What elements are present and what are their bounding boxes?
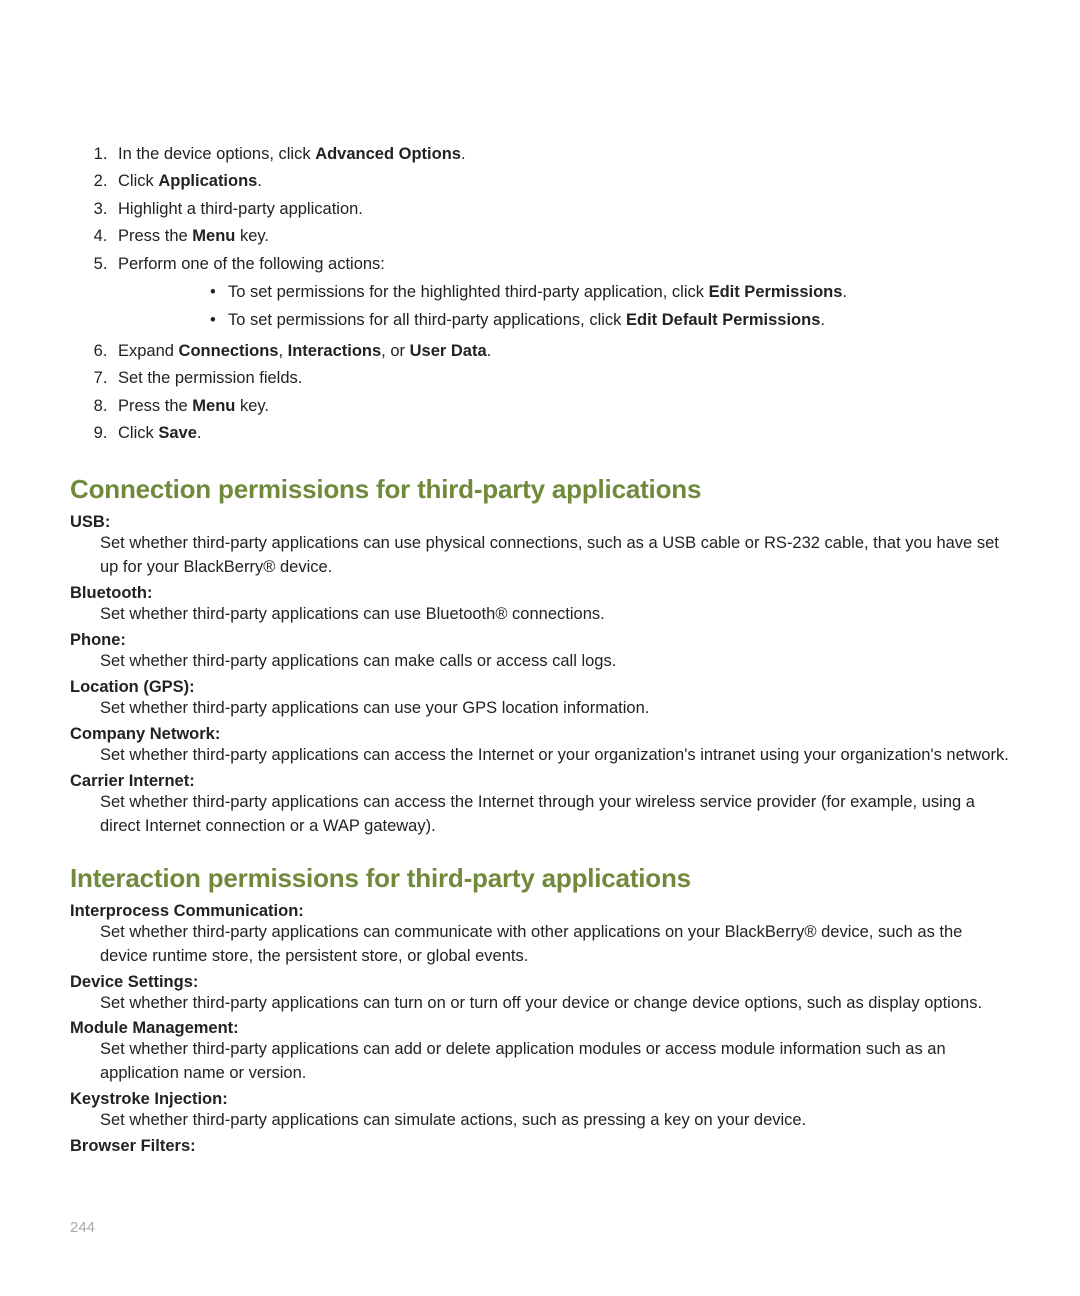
step-bold3: User Data <box>410 342 487 360</box>
term: Browser Filters: <box>70 1137 1010 1156</box>
step-prefix: In the device options, click <box>118 145 315 163</box>
definition: Set whether third-party applications can… <box>100 1038 1010 1086</box>
step-mid2: , or <box>381 342 409 360</box>
term: Device Settings: <box>70 973 1010 992</box>
step-suffix: . <box>197 424 202 442</box>
term: USB: <box>70 513 1010 532</box>
list-item: Expand Connections, Interactions, or Use… <box>112 338 1010 364</box>
term: Location (GPS): <box>70 678 1010 697</box>
step-bold: Menu <box>192 397 235 415</box>
sub-bold: Edit Permissions <box>709 283 843 301</box>
definition-list-interaction: Interprocess Communication: Set whether … <box>70 902 1010 1157</box>
step-prefix: Highlight a third-party application. <box>118 200 363 218</box>
list-item: In the device options, click Advanced Op… <box>112 141 1010 167</box>
definition-list-connection: USB: Set whether third-party application… <box>70 513 1010 838</box>
step-bold2: Interactions <box>288 342 382 360</box>
list-item: Click Save. <box>112 420 1010 446</box>
section-heading-connection: Connection permissions for third-party a… <box>70 474 1010 505</box>
step-prefix: Expand <box>118 342 179 360</box>
list-item: To set permissions for the highlighted t… <box>210 279 1010 305</box>
sub-list: To set permissions for the highlighted t… <box>118 279 1010 334</box>
definition: Set whether third-party applications can… <box>100 650 1010 674</box>
definition: Set whether third-party applications can… <box>100 532 1010 580</box>
step-prefix: Press the <box>118 397 192 415</box>
list-item: To set permissions for all third-party a… <box>210 307 1010 333</box>
step-suffix: key. <box>235 227 269 245</box>
step-bold: Advanced Options <box>315 145 461 163</box>
page-number: 244 <box>70 1219 95 1236</box>
term: Module Management: <box>70 1019 1010 1038</box>
step-prefix: Click <box>118 172 158 190</box>
step-prefix: Perform one of the following actions: <box>118 255 385 273</box>
step-bold: Applications <box>158 172 257 190</box>
step-suffix: . <box>487 342 492 360</box>
term: Interprocess Communication: <box>70 902 1010 921</box>
list-item: Perform one of the following actions: To… <box>112 251 1010 334</box>
list-item: Set the permission fields. <box>112 365 1010 391</box>
definition: Set whether third-party applications can… <box>100 744 1010 768</box>
list-item: Press the Menu key. <box>112 223 1010 249</box>
definition: Set whether third-party applications can… <box>100 1109 1010 1133</box>
step-bold: Menu <box>192 227 235 245</box>
section-heading-interaction: Interaction permissions for third-party … <box>70 863 1010 894</box>
term: Keystroke Injection: <box>70 1090 1010 1109</box>
definition: Set whether third-party applications can… <box>100 791 1010 839</box>
list-item: Press the Menu key. <box>112 393 1010 419</box>
term: Phone: <box>70 631 1010 650</box>
definition: Set whether third-party applications can… <box>100 697 1010 721</box>
list-item: Click Applications. <box>112 168 1010 194</box>
definition: Set whether third-party applications can… <box>100 603 1010 627</box>
step-prefix: Click <box>118 424 158 442</box>
sub-suffix: . <box>842 283 847 301</box>
term: Carrier Internet: <box>70 772 1010 791</box>
sub-suffix: . <box>820 311 825 329</box>
step-suffix: . <box>257 172 262 190</box>
list-item: Highlight a third-party application. <box>112 196 1010 222</box>
sub-prefix: To set permissions for all third-party a… <box>228 311 626 329</box>
step-bold: Connections <box>179 342 279 360</box>
step-suffix: . <box>461 145 466 163</box>
step-prefix: Set the permission fields. <box>118 369 302 387</box>
step-list-part1: In the device options, click Advanced Op… <box>70 141 1010 446</box>
step-bold: Save <box>158 424 197 442</box>
step-prefix: Press the <box>118 227 192 245</box>
sub-prefix: To set permissions for the highlighted t… <box>228 283 709 301</box>
step-mid: , <box>278 342 287 360</box>
definition: Set whether third-party applications can… <box>100 921 1010 969</box>
definition: Set whether third-party applications can… <box>100 992 1010 1016</box>
term: Company Network: <box>70 725 1010 744</box>
sub-bold: Edit Default Permissions <box>626 311 820 329</box>
step-suffix: key. <box>235 397 269 415</box>
term: Bluetooth: <box>70 584 1010 603</box>
